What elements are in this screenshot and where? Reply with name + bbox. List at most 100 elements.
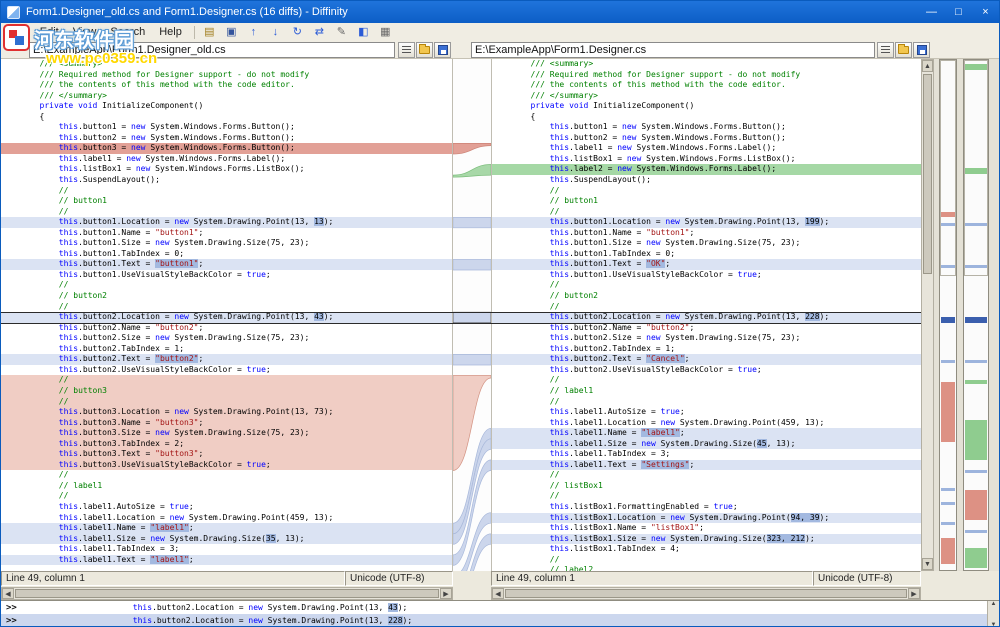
scroll-up-icon[interactable]: ▲: [922, 60, 933, 72]
code-line[interactable]: this.button2.UseVisualStyleBackColor = t…: [492, 365, 921, 376]
code-line[interactable]: //: [1, 186, 452, 197]
code-line[interactable]: private void InitializeComponent(): [492, 101, 921, 112]
code-line[interactable]: this.button3.Text = "button3";: [1, 449, 452, 460]
menu-search[interactable]: Search: [103, 25, 152, 39]
code-line[interactable]: //: [492, 555, 921, 566]
menu-edit[interactable]: Edit: [33, 25, 66, 39]
code-line[interactable]: this.label1 = new System.Windows.Forms.L…: [492, 143, 921, 154]
code-line[interactable]: //: [492, 186, 921, 197]
code-line[interactable]: this.button3.TabIndex = 2;: [1, 439, 452, 450]
diff-detail-row[interactable]: >> this.button2.Location = new System.Dr…: [1, 614, 999, 627]
menu-view[interactable]: View: [66, 25, 104, 39]
recent-files-icon[interactable]: [877, 42, 894, 58]
code-line[interactable]: /// <summary>: [492, 59, 921, 70]
code-line[interactable]: /// </summary>: [492, 91, 921, 102]
code-line[interactable]: //: [1, 375, 452, 386]
code-line[interactable]: // label1: [1, 481, 452, 492]
code-line[interactable]: this.button2 = new System.Windows.Forms.…: [1, 133, 452, 144]
code-line[interactable]: //: [492, 375, 921, 386]
save-icon[interactable]: ▣: [222, 25, 241, 40]
code-line[interactable]: this.button1.Location = new System.Drawi…: [492, 217, 921, 228]
code-line[interactable]: /// the contents of this method with the…: [1, 80, 452, 91]
code-line[interactable]: this.label1.Name = "label1";: [1, 523, 452, 534]
scroll-left-icon[interactable]: ◀: [492, 588, 504, 599]
hscroll-thumb[interactable]: [505, 589, 907, 598]
compare-icon[interactable]: ◧: [354, 25, 373, 40]
scroll-left-icon[interactable]: ◀: [2, 588, 14, 599]
code-line[interactable]: this.button2.Name = "button2";: [1, 323, 452, 334]
minimize-button[interactable]: —: [918, 1, 945, 23]
code-line[interactable]: //: [492, 397, 921, 408]
code-line[interactable]: this.label1.AutoSize = true;: [1, 502, 452, 513]
code-line[interactable]: /// the contents of this method with the…: [492, 80, 921, 91]
code-line[interactable]: private void InitializeComponent(): [1, 101, 452, 112]
code-line[interactable]: /// </summary>: [1, 91, 452, 102]
recent-files-icon[interactable]: [398, 42, 415, 58]
code-line[interactable]: this.button2.TabIndex = 1;: [492, 344, 921, 355]
code-line[interactable]: //: [1, 397, 452, 408]
left-code-pane[interactable]: /// <summary> /// Required method for De…: [1, 59, 453, 571]
code-line[interactable]: this.button2.Name = "button2";: [492, 323, 921, 334]
code-line[interactable]: this.button3.Size = new System.Drawing.S…: [1, 428, 452, 439]
code-line[interactable]: this.button1 = new System.Windows.Forms.…: [492, 122, 921, 133]
left-diff-overview-strip[interactable]: [939, 59, 957, 571]
menu-help[interactable]: Help: [152, 25, 189, 39]
code-line[interactable]: // button1: [1, 196, 452, 207]
code-line[interactable]: this.button3.UseVisualStyleBackColor = t…: [1, 460, 452, 471]
right-hscrollbar[interactable]: ◀ ▶: [491, 587, 921, 600]
scroll-down-icon[interactable]: ▼: [991, 622, 997, 627]
code-line[interactable]: this.listBox1 = new System.Windows.Forms…: [492, 154, 921, 165]
code-line[interactable]: this.button2.Size = new System.Drawing.S…: [492, 333, 921, 344]
code-line[interactable]: this.listBox1.Size = new System.Drawing.…: [492, 534, 921, 545]
code-line[interactable]: this.button1.UseVisualStyleBackColor = t…: [492, 270, 921, 281]
code-line[interactable]: //: [1, 302, 452, 313]
code-line[interactable]: this.listBox1.FormattingEnabled = true;: [492, 502, 921, 513]
right-code-pane[interactable]: /// <summary> /// Required method for De…: [491, 59, 921, 571]
open-file-icon[interactable]: ▤: [200, 25, 219, 40]
left-hscrollbar[interactable]: ◀ ▶: [1, 587, 453, 600]
code-line[interactable]: this.button1.TabIndex = 0;: [1, 249, 452, 260]
code-line[interactable]: // button2: [1, 291, 452, 302]
code-line[interactable]: this.button1.Name = "button1";: [492, 228, 921, 239]
code-line[interactable]: this.button2.Location = new System.Drawi…: [492, 312, 921, 323]
code-line[interactable]: this.button1.UseVisualStyleBackColor = t…: [1, 270, 452, 281]
code-line[interactable]: // button2: [492, 291, 921, 302]
code-line[interactable]: this.label1.Text = "label1";: [1, 555, 452, 566]
code-line[interactable]: /// Required method for Designer support…: [492, 70, 921, 81]
swap-panes-icon[interactable]: ⇄: [310, 25, 329, 40]
maximize-button[interactable]: □: [945, 1, 972, 23]
code-line[interactable]: //: [492, 302, 921, 313]
code-line[interactable]: //: [492, 207, 921, 218]
code-line[interactable]: // label1: [492, 386, 921, 397]
code-line[interactable]: this.button2.Size = new System.Drawing.S…: [1, 333, 452, 344]
code-line[interactable]: this.label2 = new System.Windows.Forms.L…: [492, 164, 921, 175]
code-line[interactable]: {: [492, 112, 921, 123]
code-line[interactable]: //: [492, 470, 921, 481]
next-diff-icon[interactable]: ↓: [266, 25, 285, 40]
vertical-scroll-thumb[interactable]: [923, 74, 932, 274]
code-line[interactable]: this.label1.TabIndex = 3;: [492, 449, 921, 460]
code-line[interactable]: this.label1.Text = "Settings";: [492, 460, 921, 471]
code-line[interactable]: this.button1.Size = new System.Drawing.S…: [1, 238, 452, 249]
right-diff-overview-strip[interactable]: [963, 59, 989, 571]
code-line[interactable]: // button3: [1, 386, 452, 397]
code-line[interactable]: this.label1.TabIndex = 3;: [1, 544, 452, 555]
code-line[interactable]: this.label1.Location = new System.Drawin…: [492, 418, 921, 429]
prev-diff-icon[interactable]: ↑: [244, 25, 263, 40]
code-line[interactable]: this.label1.Size = new System.Drawing.Si…: [1, 534, 452, 545]
scroll-right-icon[interactable]: ▶: [440, 588, 452, 599]
code-line[interactable]: /// Required method for Designer support…: [1, 70, 452, 81]
code-line[interactable]: this.SuspendLayout();: [1, 175, 452, 186]
detail-panel-scrollbar[interactable]: ▲▼: [987, 601, 999, 627]
code-line[interactable]: this.button2.UseVisualStyleBackColor = t…: [1, 365, 452, 376]
code-line[interactable]: //: [1, 207, 452, 218]
code-line[interactable]: this.button1 = new System.Windows.Forms.…: [1, 122, 452, 133]
code-line[interactable]: //: [1, 280, 452, 291]
code-line[interactable]: this.button3 = new System.Windows.Forms.…: [1, 143, 452, 154]
code-line[interactable]: this.listBox1.Location = new System.Draw…: [492, 513, 921, 524]
left-file-path-input[interactable]: [29, 42, 395, 58]
right-file-path-input[interactable]: [471, 42, 875, 58]
code-line[interactable]: this.button2.Location = new System.Drawi…: [1, 312, 452, 323]
code-line[interactable]: this.button1.Size = new System.Drawing.S…: [492, 238, 921, 249]
code-line[interactable]: this.button2.Text = "button2";: [1, 354, 452, 365]
